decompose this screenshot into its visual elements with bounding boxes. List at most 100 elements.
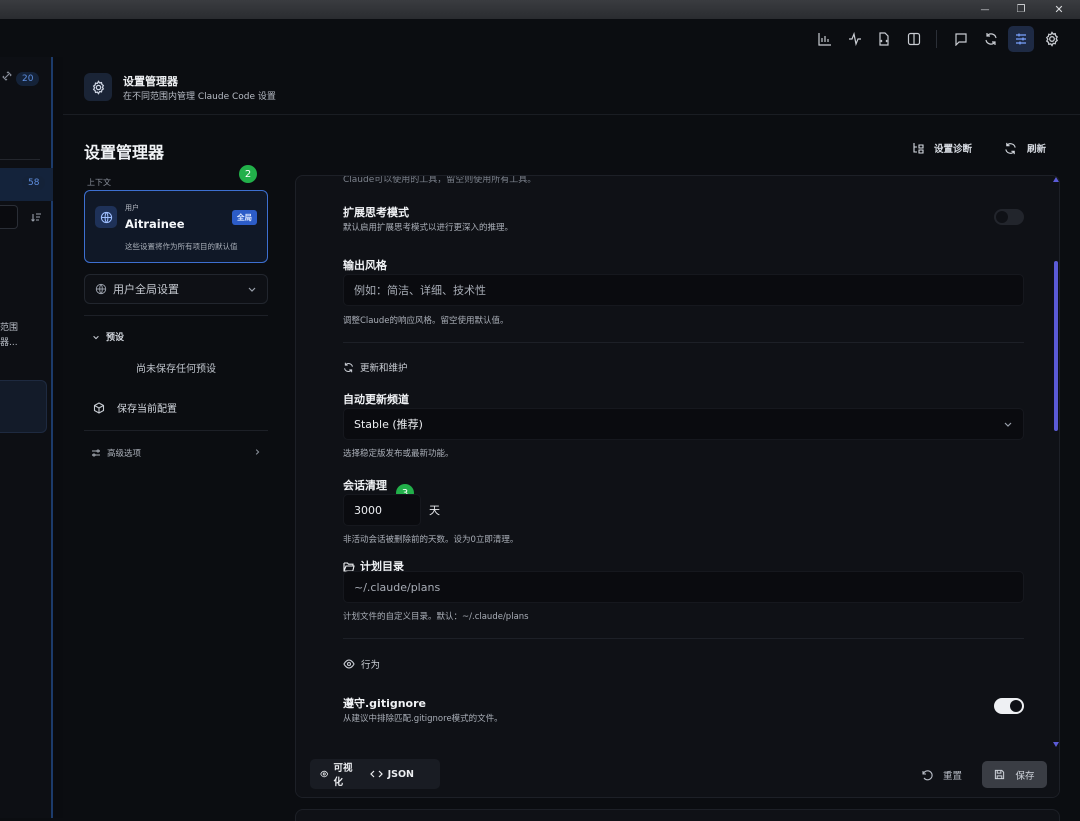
items-badge: 58 [22, 176, 46, 190]
scroll-up-arrow[interactable] [1053, 177, 1059, 182]
header-subtitle: 在不同范围内管理 Claude Code 设置 [123, 92, 276, 102]
chevron-down-icon [1004, 422, 1012, 427]
panel-gutter [53, 57, 63, 818]
chevron-down-icon [93, 335, 99, 339]
scope-select[interactable]: 用户全局设置 [84, 274, 268, 304]
activity-button[interactable] [842, 26, 868, 52]
advanced-label: 高级选项 [107, 449, 142, 459]
plans-dir-input[interactable]: ~/.claude/plans [343, 571, 1024, 603]
presets-label: 预设 [106, 333, 125, 343]
channel-select[interactable]: Stable (推荐) [343, 408, 1024, 440]
cleanup-label: 会话清理 [343, 479, 387, 492]
update-section-label: 更新和维护 [360, 363, 408, 374]
chevron-right-icon [255, 449, 260, 455]
plans-hint: 计划文件的自定义目录。默认：~/.claude/plans [343, 612, 529, 622]
global-badge: 全局 [232, 210, 257, 225]
step-marker-2: 2 [239, 165, 257, 183]
behavior-section-label: 行为 [361, 660, 381, 671]
strip-partial-text: 范围 [0, 323, 19, 333]
diagnose-button[interactable]: 设置诊断 [912, 141, 972, 155]
strip-card[interactable] [0, 380, 47, 433]
section-divider [343, 638, 1024, 639]
refresh-label: 刷新 [1027, 144, 1047, 155]
restore-icon: ❐ [1016, 4, 1026, 15]
file-code-icon [879, 32, 889, 46]
columns-icon [907, 32, 921, 46]
tab-json-label: JSON [387, 768, 414, 780]
context-description: 这些设置将作为所有项目的默认值 [125, 242, 238, 251]
thinking-toggle[interactable] [994, 209, 1024, 225]
close-icon: ✕ [1054, 3, 1064, 16]
gear-icon [92, 79, 104, 95]
output-style-input[interactable]: 例如：简洁、详细、技术性 [343, 274, 1024, 306]
link-icon [2, 71, 12, 81]
view-tabs: 可视化 JSON [310, 759, 440, 789]
update-section-header: 更新和维护 [343, 360, 408, 374]
sync-button[interactable] [978, 26, 1004, 52]
close-button[interactable]: ✕ [1040, 0, 1078, 19]
top-toolbar [0, 19, 1080, 57]
output-style-label: 输出风格 [343, 259, 387, 272]
section-divider [343, 342, 1024, 343]
settings-manager-button[interactable] [1008, 26, 1034, 52]
bar-chart-icon [818, 33, 831, 46]
tab-visual[interactable]: 可视化 [320, 760, 354, 788]
advanced-options[interactable]: 高级选项 [91, 447, 141, 459]
output-style-hint: 调整Claude的响应风格。留空使用默认值。 [343, 316, 509, 326]
settings-panel: Claude可以使用的工具，留空则使用所有工具。 扩展思考模式 默认启用扩展思考… [295, 175, 1060, 798]
tab-json[interactable]: JSON [369, 768, 414, 780]
strip-divider [0, 159, 40, 160]
presets-toggle[interactable]: 预设 [92, 330, 124, 343]
tree-diagnose-icon [913, 143, 924, 154]
output-style-placeholder: 例如：简洁、详细、技术性 [354, 284, 486, 297]
analytics-button[interactable] [812, 26, 838, 52]
refresh-icon [1005, 142, 1016, 154]
context-name: Aitrainee [125, 217, 185, 231]
panel-footer: 可视化 JSON 重置 保存 [296, 751, 1059, 797]
chat-button[interactable] [948, 26, 974, 52]
save-config-button[interactable]: 保存当前配置 [93, 400, 177, 415]
thinking-label: 扩展思考模式 [343, 206, 409, 219]
save-button[interactable]: 保存 [982, 761, 1047, 788]
minimize-button[interactable]: — [966, 0, 1004, 19]
undo-icon [922, 770, 933, 781]
left-sidebar: 20 58 范围 器... [0, 57, 53, 818]
sliders-icon [1016, 33, 1026, 45]
reset-button[interactable]: 重置 [921, 768, 962, 782]
refresh-icon [344, 362, 353, 372]
sort-icon [31, 213, 41, 222]
settings-2-icon [92, 449, 100, 457]
activity-icon [849, 32, 861, 46]
file-code-button[interactable] [871, 26, 897, 52]
strip-search-input[interactable] [0, 205, 18, 229]
code-icon [369, 770, 383, 778]
split-view-button[interactable] [901, 26, 927, 52]
package-icon [93, 401, 105, 414]
refresh-button[interactable]: 刷新 [1004, 141, 1046, 155]
strip-partial-text: 器... [0, 338, 18, 348]
context-label: 上下文 [87, 178, 111, 187]
toggle-knob [1010, 700, 1022, 712]
header-title: 设置管理器 [123, 75, 178, 88]
plans-dir-value: ~/.claude/plans [354, 580, 441, 594]
thinking-hint: 默认启用扩展思考模式以进行更深入的推理。 [343, 223, 514, 233]
restore-button[interactable]: ❐ [1002, 0, 1040, 19]
channel-label: 自动更新频道 [343, 393, 409, 406]
gitignore-toggle[interactable] [994, 698, 1024, 714]
cleanup-days-input[interactable]: 3000 [343, 494, 421, 526]
save-config-label: 保存当前配置 [117, 404, 177, 415]
scope-select-value: 用户全局设置 [113, 283, 179, 296]
minimize-icon: — [980, 4, 990, 15]
settings-button[interactable] [1039, 26, 1065, 52]
clipped-hint: Claude可以使用的工具，留空则使用所有工具。 [343, 175, 537, 185]
gitignore-hint: 从建议中排除匹配.gitignore模式的文件。 [343, 714, 503, 724]
behavior-section-header: 行为 [343, 657, 380, 671]
save-label: 保存 [1015, 770, 1035, 782]
scrollbar-thumb[interactable] [1054, 261, 1058, 431]
title-bar: — ❐ ✕ [0, 0, 1080, 19]
cleanup-unit: 天 [429, 504, 440, 517]
globe-icon [95, 283, 107, 295]
context-card-user[interactable]: 用户 Aitrainee 全局 这些设置将作为所有项目的默认值 [84, 190, 268, 263]
scroll-down-arrow[interactable] [1053, 742, 1059, 747]
toolbar-divider [936, 30, 937, 48]
